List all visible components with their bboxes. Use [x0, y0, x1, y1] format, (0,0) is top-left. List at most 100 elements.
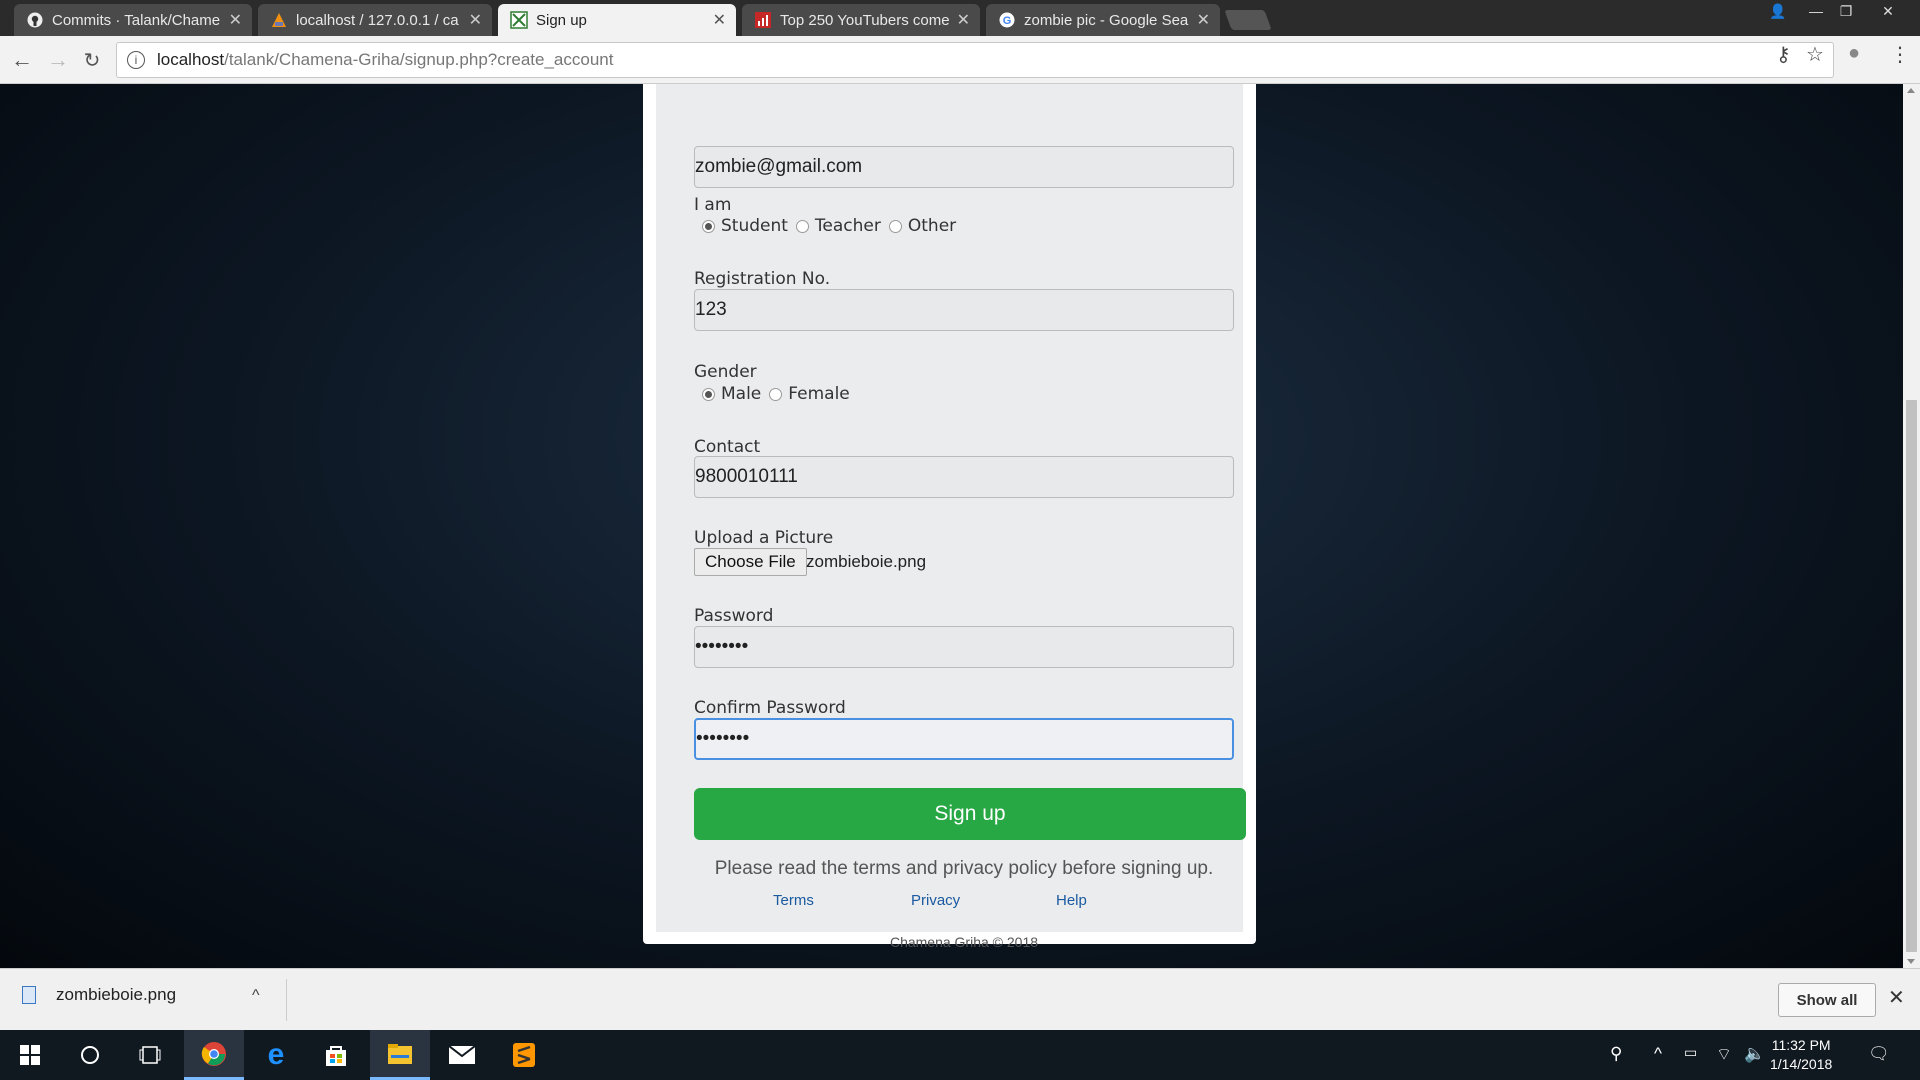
role-label: I am: [694, 195, 732, 215]
svg-text:G: G: [1003, 15, 1012, 27]
chevron-up-icon[interactable]: ^: [252, 987, 260, 1005]
search-circle-icon[interactable]: [60, 1030, 120, 1080]
radio-teacher-label: Teacher: [814, 216, 881, 236]
download-file-name: zombieboie.png: [56, 985, 177, 1004]
contact-field[interactable]: 9800010111: [694, 456, 1234, 498]
radio-other-label: Other: [907, 216, 957, 236]
phpmyadmin-icon: [270, 11, 288, 29]
tab-google-search[interactable]: G zombie pic - Google Sea ✕: [986, 4, 1220, 36]
signup-button[interactable]: Sign up: [694, 788, 1246, 840]
github-icon: [26, 11, 44, 29]
registration-value: 123: [695, 299, 727, 320]
tab-phpmyadmin[interactable]: localhost / 127.0.0.1 / ca ✕: [258, 4, 492, 36]
downloads-bar: zombieboie.png ^ Show all ✕: [0, 968, 1920, 1030]
close-icon[interactable]: ✕: [469, 10, 482, 30]
edge-icon[interactable]: e: [246, 1030, 306, 1080]
clock-time: 11:32 PM: [1771, 1037, 1831, 1053]
close-icon[interactable]: ✕: [229, 10, 242, 30]
task-view-icon[interactable]: [120, 1030, 180, 1080]
show-all-button[interactable]: Show all: [1778, 983, 1876, 1017]
chrome-icon[interactable]: [184, 1030, 244, 1080]
tab-title: localhost / 127.0.0.1 / ca: [296, 11, 459, 29]
browser-tab-strip: Commits · Talank/Chame ✕ localhost / 127…: [0, 0, 1920, 36]
registration-label: Registration No.: [694, 269, 831, 289]
menu-icon[interactable]: ⋮: [1890, 42, 1910, 67]
radio-female-label: Female: [788, 384, 850, 404]
browser-toolbar: ← → ↻ i localhost/talank/Chamena-Griha/s…: [0, 36, 1920, 84]
radio-teacher[interactable]: [795, 219, 809, 233]
tab-title: Top 250 YouTubers come: [780, 11, 950, 29]
page-background: zombie@gmail.com I am Student Teacher Ot…: [0, 84, 1920, 968]
reload-icon[interactable]: ↻: [78, 46, 106, 74]
close-icon[interactable]: ✕: [713, 10, 726, 30]
windows-taskbar: e ⚲ ^ ▭ ⌔ 🔈 11:32 PM 1/14/2018 🗨: [0, 1030, 1920, 1080]
close-icon[interactable]: ✕: [1197, 10, 1210, 30]
sublime-text-icon[interactable]: [494, 1030, 554, 1080]
back-arrow-icon[interactable]: ←: [8, 46, 36, 74]
password-value: ••••••••: [695, 636, 749, 657]
new-tab-button[interactable]: [1224, 10, 1272, 30]
close-icon[interactable]: ✕: [957, 10, 970, 30]
password-field[interactable]: ••••••••: [694, 626, 1234, 668]
gender-radio-group: Male Female: [694, 384, 850, 404]
radio-student[interactable]: [702, 219, 715, 233]
people-icon[interactable]: ⚲: [1610, 1044, 1622, 1064]
info-icon[interactable]: i: [127, 51, 145, 69]
radio-student-label: Student: [721, 216, 788, 236]
volume-icon[interactable]: 🔈: [1744, 1044, 1765, 1064]
signup-card: zombie@gmail.com I am Student Teacher Ot…: [643, 84, 1256, 950]
mail-icon[interactable]: [432, 1030, 492, 1080]
bookmark-star-icon[interactable]: ☆: [1806, 42, 1824, 67]
gender-label: Gender: [694, 362, 757, 382]
confirm-password-label: Confirm Password: [694, 698, 846, 718]
contact-label: Contact: [694, 437, 761, 457]
scroll-down-arrow-icon[interactable]: [1907, 959, 1915, 964]
tab-top-youtubers[interactable]: Top 250 YouTubers come ✕: [742, 4, 980, 36]
contact-value: 9800010111: [695, 466, 798, 487]
radio-male-label: Male: [721, 384, 762, 404]
scroll-up-arrow-icon[interactable]: [1907, 88, 1915, 93]
confirm-password-value: ••••••••: [696, 728, 750, 749]
confirm-password-field[interactable]: ••••••••: [694, 718, 1234, 760]
forward-arrow-icon[interactable]: →: [44, 46, 72, 74]
site-favicon-icon: [510, 11, 528, 29]
scrollbar-thumb[interactable]: [1906, 400, 1917, 952]
chosen-file-name: zombieboie.png: [806, 552, 927, 571]
chevron-up-icon[interactable]: ^: [1654, 1044, 1662, 1064]
url-path: /talank/Chamena-Griha/signup.php?create_…: [224, 50, 614, 69]
google-icon: G: [998, 11, 1016, 29]
profile-icon[interactable]: 👤: [1758, 0, 1798, 22]
url-host: localhost: [157, 50, 225, 69]
system-clock[interactable]: 11:32 PM 1/14/2018: [1770, 1036, 1832, 1074]
download-item[interactable]: zombieboie.png: [22, 985, 176, 1005]
tab-github-commits[interactable]: Commits · Talank/Chame ✕: [14, 4, 252, 36]
page-scrollbar[interactable]: [1903, 84, 1920, 968]
radio-other[interactable]: [888, 219, 902, 233]
tab-title: zombie pic - Google Sea: [1024, 11, 1189, 29]
password-label: Password: [694, 606, 774, 626]
image-file-icon: [22, 986, 36, 1004]
radio-male[interactable]: [702, 387, 715, 401]
file-explorer-icon[interactable]: [370, 1030, 430, 1080]
close-icon[interactable]: ✕: [1888, 985, 1905, 1010]
privacy-link[interactable]: Privacy: [911, 892, 960, 909]
windows-start-icon[interactable]: [0, 1030, 60, 1080]
email-field[interactable]: zombie@gmail.com: [694, 146, 1234, 188]
terms-link[interactable]: Terms: [773, 892, 814, 909]
restore-button[interactable]: ❐: [1826, 0, 1866, 22]
key-icon[interactable]: ⚷: [1776, 42, 1791, 67]
upload-label: Upload a Picture: [694, 528, 834, 548]
registration-field[interactable]: 123: [694, 289, 1234, 331]
radio-female[interactable]: [769, 387, 783, 401]
close-window-button[interactable]: ✕: [1868, 0, 1908, 22]
battery-icon[interactable]: ▭: [1684, 1044, 1697, 1061]
address-bar[interactable]: i localhost/talank/Chamena-Griha/signup.…: [116, 42, 1834, 78]
clock-date: 1/14/2018: [1770, 1056, 1833, 1072]
action-center-icon[interactable]: 🗨: [1868, 1044, 1890, 1064]
tab-sign-up[interactable]: Sign up ✕: [498, 4, 736, 36]
extension-icon[interactable]: ●: [1848, 42, 1860, 65]
wifi-icon[interactable]: ⌔: [1716, 1044, 1732, 1065]
store-icon[interactable]: [306, 1030, 366, 1080]
help-link[interactable]: Help: [1056, 892, 1087, 909]
choose-file-button[interactable]: Choose File: [694, 548, 807, 576]
